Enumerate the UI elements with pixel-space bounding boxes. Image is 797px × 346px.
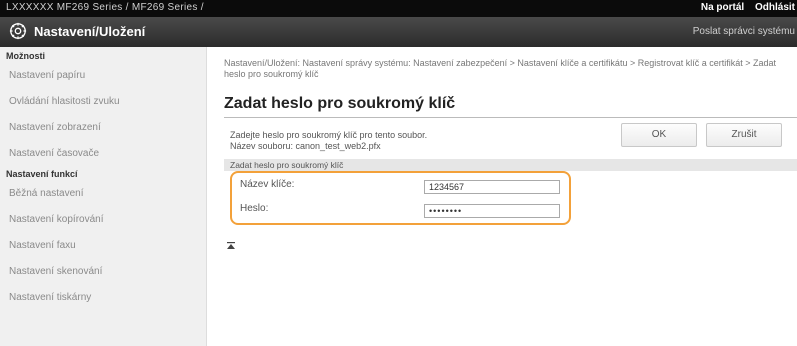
sidebar-item-display-settings[interactable]: Nastavení zobrazení <box>0 115 206 141</box>
sidebar-group-function-settings: Nastavení funkcí <box>6 169 78 179</box>
gear-icon <box>9 22 27 40</box>
send-to-admin-link[interactable]: Poslat správci systému <box>693 26 795 37</box>
description: Zadejte heslo pro soukromý klíč pro tent… <box>230 130 427 152</box>
sidebar-item-printer-settings[interactable]: Nastavení tiskárny <box>0 285 206 311</box>
logout-link[interactable]: Odhlásit <box>755 2 795 13</box>
sidebar-item-timer-settings[interactable]: Nastavení časovače <box>0 141 206 167</box>
sidebar: Možnosti Nastavení papíru Ovládání hlasi… <box>0 47 207 346</box>
password-field[interactable] <box>424 204 560 218</box>
back-to-top-icon[interactable] <box>226 241 236 251</box>
section-header: Zadat heslo pro soukromý klíč <box>224 159 797 171</box>
portal-link[interactable]: Na portál <box>701 2 744 13</box>
sidebar-item-fax-settings[interactable]: Nastavení faxu <box>0 233 206 259</box>
cancel-button[interactable]: Zrušit <box>706 123 782 147</box>
sidebar-item-common-settings[interactable]: Běžná nastavení <box>0 181 206 207</box>
password-label: Heslo: <box>240 203 269 214</box>
device-model-label: LXXXXXX MF269 Series / MF269 Series / <box>6 2 204 13</box>
sidebar-item-paper-settings[interactable]: Nastavení papíru <box>0 63 206 89</box>
top-bar: LXXXXXX MF269 Series / MF269 Series / Na… <box>0 0 797 17</box>
sidebar-item-scan-settings[interactable]: Nastavení skenování <box>0 259 206 285</box>
description-filename: Název souboru: canon_test_web2.pfx <box>230 141 381 151</box>
ok-button[interactable]: OK <box>621 123 697 147</box>
key-name-field[interactable] <box>424 180 560 194</box>
sidebar-item-copy-settings[interactable]: Nastavení kopírování <box>0 207 206 233</box>
breadcrumb: Nastavení/Uložení: Nastavení správy syst… <box>224 58 777 79</box>
sidebar-group-options: Možnosti <box>6 51 45 61</box>
page-title: Zadat heslo pro soukromý klíč <box>224 95 456 112</box>
main-content: Nastavení/Uložení: Nastavení správy syst… <box>214 47 797 346</box>
title-divider <box>224 117 797 118</box>
app-header: Nastavení/Uložení Poslat správci systému <box>0 17 797 47</box>
sidebar-item-volume-control[interactable]: Ovládání hlasitosti zvuku <box>0 89 206 115</box>
app-title: Nastavení/Uložení <box>34 24 146 39</box>
key-name-label: Název klíče: <box>240 179 295 190</box>
description-instruction: Zadejte heslo pro soukromý klíč pro tent… <box>230 130 428 140</box>
